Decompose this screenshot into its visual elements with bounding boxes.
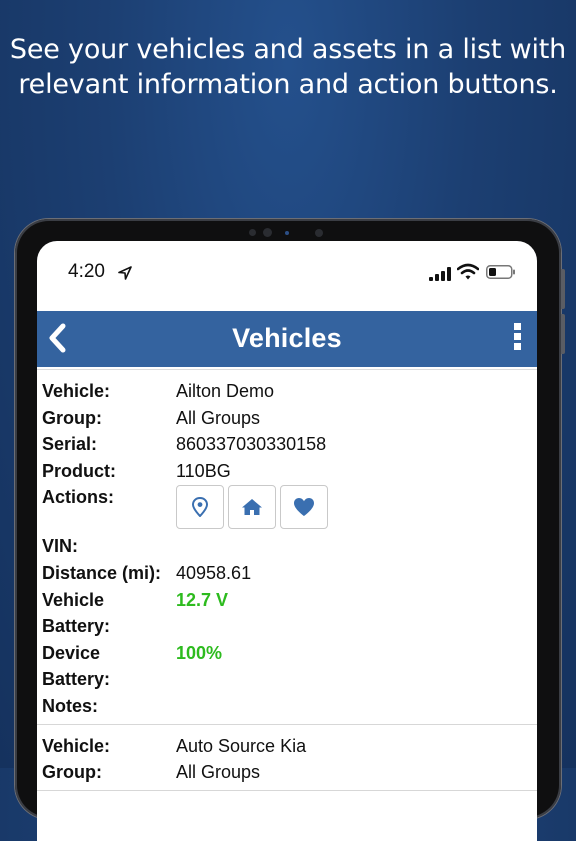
device-battery-label-cont: Battery:	[42, 669, 111, 690]
serial-row: Serial: 860337030330158	[37, 431, 537, 458]
navigation-bar: Vehicles	[37, 311, 537, 367]
device-battery-label: Device	[42, 642, 101, 663]
locate-button[interactable]	[176, 485, 224, 530]
home-button[interactable]	[228, 485, 276, 530]
device-battery-value: 100%	[176, 642, 223, 663]
wifi-icon	[457, 263, 479, 280]
status-time: 4:20	[68, 261, 105, 282]
distance-row: Distance (mi): 40958.61	[37, 560, 537, 587]
actions-row: Actions:	[37, 484, 537, 533]
product-row: Product: 110BG	[37, 458, 537, 485]
group-label: Group:	[42, 762, 102, 783]
group-value: All Groups	[176, 407, 261, 428]
heart-icon	[294, 498, 314, 517]
vin-row: VIN:	[37, 533, 537, 560]
distance-label: Distance (mi):	[42, 562, 162, 583]
favorite-button[interactable]	[280, 485, 328, 530]
distance-value: 40958.61	[176, 562, 252, 583]
vehicle-card[interactable]: Vehicle: Auto Source Kia Group: All Grou…	[37, 725, 537, 791]
vehicle-name: Ailton Demo	[176, 381, 275, 401]
group-label: Group:	[42, 407, 102, 428]
device-battery-row-cont: Battery:	[37, 666, 537, 693]
page-title: Vehicles	[232, 323, 342, 353]
volume-up-button	[561, 269, 565, 309]
status-bar: 4:20	[37, 241, 537, 311]
vehicle-row: Vehicle: Ailton Demo	[37, 378, 537, 405]
action-buttons	[176, 485, 537, 530]
front-camera	[263, 228, 272, 237]
vehicle-battery-value: 12.7 V	[176, 589, 229, 610]
vehicle-battery-label-cont: Battery:	[42, 616, 111, 637]
vin-value	[176, 533, 537, 560]
tablet-frame: 4:20 Vehicles Vehicle: Ailton Demo Group…	[15, 219, 565, 841]
proximity-sensor	[285, 231, 289, 235]
vehicle-name: Auto Source Kia	[176, 735, 307, 756]
group-row: Group: All Groups	[37, 405, 537, 432]
promo-line-2: relevant information and action buttons.	[18, 69, 558, 100]
home-icon	[242, 499, 262, 516]
notes-value	[176, 693, 537, 720]
location-arrow-icon	[118, 266, 132, 280]
vehicle-battery-label: Vehicle	[42, 589, 105, 610]
product-value: 110BG	[176, 460, 231, 481]
vehicle-battery-row-cont: Battery:	[37, 613, 537, 640]
vehicle-card[interactable]: Vehicle: Ailton Demo Group: All Groups S…	[37, 370, 537, 725]
cellular-signal-icon	[429, 267, 451, 281]
volume-down-button	[561, 314, 565, 354]
vehicle-row: Vehicle: Auto Source Kia	[37, 733, 537, 760]
serial-label: Serial:	[42, 434, 98, 455]
camera-sensor	[249, 229, 256, 236]
vin-label: VIN:	[42, 536, 78, 557]
notes-label: Notes:	[42, 695, 99, 716]
serial-value: 860337030330158	[176, 434, 327, 455]
vehicle-label: Vehicle:	[42, 735, 111, 756]
group-value: All Groups	[176, 762, 261, 783]
vehicle-list: Vehicle: Ailton Demo Group: All Groups S…	[37, 369, 537, 791]
product-label: Product:	[42, 460, 116, 481]
vehicle-label: Vehicle:	[42, 381, 111, 401]
light-sensor	[315, 229, 323, 237]
kebab-menu-icon[interactable]	[511, 323, 523, 355]
location-pin-icon	[192, 497, 208, 518]
device-screen: 4:20 Vehicles Vehicle: Ailton Demo Group…	[37, 241, 537, 841]
actions-label: Actions:	[42, 487, 114, 508]
vehicle-battery-row: Vehicle 12.7 V	[37, 587, 537, 614]
group-row: Group: All Groups	[37, 759, 537, 786]
device-battery-row: Device 100%	[37, 640, 537, 667]
battery-icon	[486, 265, 515, 279]
notes-row: Notes:	[37, 693, 537, 720]
promo-line-1: See your vehicles and assets in a list w…	[9, 34, 567, 65]
promo-caption: See your vehicles and assets in a list w…	[0, 32, 576, 102]
